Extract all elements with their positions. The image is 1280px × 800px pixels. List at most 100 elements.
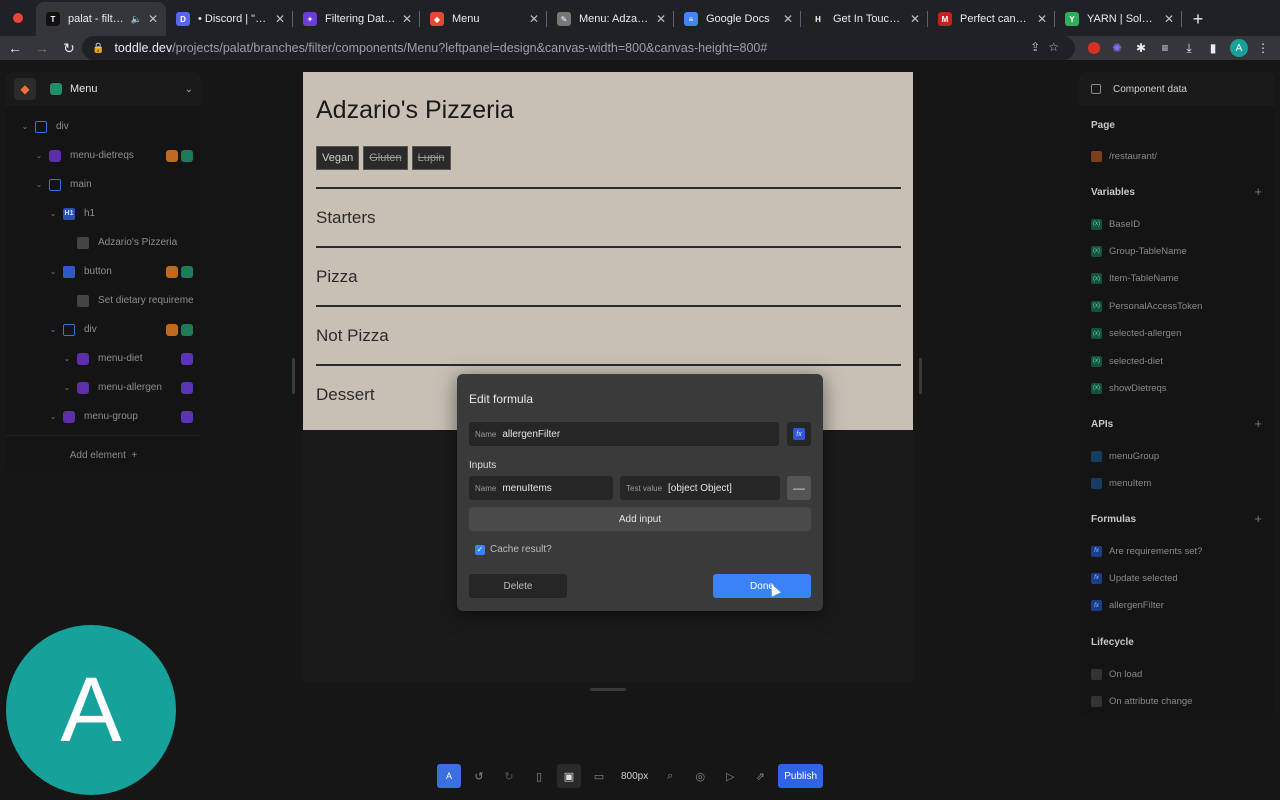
browser-menu-icon[interactable]: ⋮ [1257, 38, 1269, 58]
variables-item[interactable]: (x) selected-diet [1091, 354, 1163, 368]
close-icon[interactable]: ✕ [148, 12, 158, 26]
preview-play-icon[interactable]: ▷ [718, 764, 742, 788]
formulas-item[interactable]: fx allergenFilter [1091, 599, 1164, 613]
cache-result-checkbox[interactable]: ✓ Cache result? [475, 544, 552, 555]
variables-item[interactable]: (x) PersonalAccessToken [1091, 299, 1202, 313]
tree-node[interactable]: ⌄ menu-allergen [6, 373, 201, 402]
browser-tab[interactable]: ◆ Menu ✕ [420, 2, 547, 36]
formulas-item[interactable]: fx Update selected [1091, 571, 1178, 585]
chevron-down-icon[interactable]: ⌄ [185, 84, 193, 95]
delete-button[interactable]: Delete [469, 574, 567, 598]
add-element-button[interactable]: Add element + [6, 435, 201, 472]
audio-icon[interactable]: 🔈 [131, 14, 142, 25]
browser-tab[interactable]: ✦ Filtering Data with ✕ [293, 2, 420, 36]
browser-tab[interactable]: M Perfect candidate ✕ [928, 2, 1055, 36]
zoom-icon[interactable]: ⌕ [658, 764, 682, 788]
chevron-down-icon[interactable]: ⌄ [20, 122, 30, 131]
chevron-down-icon[interactable]: ⌄ [48, 412, 58, 421]
add-icon[interactable]: + [1254, 511, 1262, 526]
profile-avatar[interactable]: A [1230, 38, 1248, 58]
component-selector[interactable]: ◆ Menu ⌄ [6, 72, 201, 106]
close-icon[interactable]: ✕ [402, 12, 412, 26]
test-value-field[interactable]: Test value [object Object] [620, 476, 780, 500]
back-icon[interactable]: ← [3, 40, 27, 56]
close-icon[interactable]: ✕ [1164, 12, 1174, 26]
download-icon[interactable]: ⤓ [1182, 38, 1196, 58]
new-tab-button[interactable]: + [1182, 2, 1214, 36]
close-icon[interactable]: ✕ [1037, 12, 1047, 26]
close-icon[interactable]: ✕ [529, 12, 539, 26]
browser-tab[interactable]: ≡ Google Docs ✕ [674, 2, 801, 36]
formula-editor-button[interactable]: fx [787, 422, 811, 446]
orange-badge-icon[interactable] [166, 323, 178, 336]
extension-red-icon[interactable] [1087, 38, 1101, 58]
close-icon[interactable]: ✕ [656, 12, 666, 26]
purple-badge-icon[interactable] [181, 352, 193, 365]
variables-item[interactable]: (x) Group-TableName [1091, 244, 1187, 258]
extension-star-icon[interactable]: ✺ [1110, 38, 1124, 58]
chevron-down-icon[interactable]: ⌄ [62, 354, 72, 363]
formula-name-field[interactable]: Name allergenFilter [469, 422, 779, 446]
apis-item[interactable]: menuGroup [1091, 449, 1159, 463]
desktop-view-icon[interactable]: ▭ [587, 764, 611, 788]
lifecycle-item[interactable]: On attribute change [1091, 694, 1192, 708]
orange-badge-icon[interactable] [166, 149, 178, 162]
done-button[interactable]: Done [713, 574, 811, 598]
tree-node[interactable]: ⌄ menu-dietreqs [6, 141, 201, 170]
mobile-view-icon[interactable]: ▯ [527, 764, 551, 788]
tablet-view-icon[interactable]: ▣ [557, 764, 581, 788]
close-icon[interactable]: ✕ [910, 12, 920, 26]
tree-node[interactable]: ⌄ div [6, 112, 201, 141]
browser-tab[interactable]: Y YARN | Soldiers: O ✕ [1055, 2, 1182, 36]
green-badge-icon[interactable] [181, 149, 193, 162]
undo-icon[interactable]: ↺ [467, 764, 491, 788]
page-route-item[interactable]: /restaurant/ [1091, 149, 1157, 163]
reload-icon[interactable]: ↻ [57, 40, 81, 57]
chevron-down-icon[interactable]: ⌄ [34, 151, 44, 160]
media-controls-icon[interactable]: ≡ [1158, 38, 1172, 58]
variables-item[interactable]: (x) selected-allergen [1091, 327, 1181, 341]
add-icon[interactable]: + [1254, 416, 1262, 431]
browser-tab[interactable]: Tpalat - filter To 🔈 ✕ [36, 2, 166, 36]
chevron-down-icon[interactable]: ⌄ [34, 180, 44, 189]
formulas-item[interactable]: fx Are requirements set? [1091, 544, 1202, 558]
canvas-resize-handle[interactable] [590, 688, 626, 691]
left-resize-handle[interactable] [292, 358, 295, 394]
variables-item[interactable]: (x) showDietreqs [1091, 381, 1167, 395]
checkbox-checked-icon[interactable]: ✓ [475, 544, 485, 555]
theme-icon[interactable]: ◎ [688, 764, 712, 788]
canvas-width-readout[interactable]: 800px [617, 764, 652, 788]
open-external-icon[interactable]: ⇗ [748, 764, 772, 788]
green-badge-icon[interactable] [181, 265, 193, 278]
orange-badge-icon[interactable] [166, 265, 178, 278]
browser-tab[interactable]: H Get In Touch | Hi M ✕ [801, 2, 928, 36]
purple-badge-icon[interactable] [181, 410, 193, 423]
forward-icon[interactable]: → [30, 40, 54, 56]
right-resize-handle[interactable] [919, 358, 922, 394]
extensions-puzzle-icon[interactable]: ✱ [1134, 38, 1148, 58]
tree-node[interactable]: ⌄ button [6, 257, 201, 286]
tree-node[interactable]: ⌄ div [6, 315, 201, 344]
variables-item[interactable]: (x) Item-TableName [1091, 272, 1179, 286]
remove-input-button[interactable]: — [787, 476, 811, 500]
browser-tab[interactable]: D • Discord | "Filterin ✕ [166, 2, 293, 36]
browser-tab[interactable]: ✎ Menu: Adzario's It ✕ [547, 2, 674, 36]
chevron-down-icon[interactable]: ⌄ [62, 383, 72, 392]
tree-node[interactable]: ⌄ menu-group [6, 402, 201, 431]
chevron-down-icon[interactable]: ⌄ [48, 209, 58, 218]
purple-badge-icon[interactable] [181, 381, 193, 394]
close-icon[interactable]: ✕ [275, 12, 285, 26]
side-panel-icon[interactable]: ▮ [1206, 38, 1220, 58]
diet-chip[interactable]: Vegan [316, 146, 360, 170]
variables-item[interactable]: (x) BaseID [1091, 217, 1140, 231]
add-icon[interactable]: + [1254, 184, 1262, 199]
share-and-bookmark-icons[interactable]: ⇪☆ [1030, 40, 1067, 54]
diet-chip[interactable]: Lupin [411, 146, 451, 170]
tree-node[interactable]: Set dietary requireme [6, 286, 201, 315]
toddle-logo-icon[interactable]: ◆ [14, 78, 36, 100]
design-mode-button[interactable]: A [437, 764, 461, 788]
tree-node[interactable]: Adzario's Pizzeria [6, 228, 201, 257]
apis-item[interactable]: menuItem [1091, 476, 1151, 490]
tree-node[interactable]: ⌄ menu-diet [6, 344, 201, 373]
add-input-button[interactable]: Add input [469, 507, 811, 531]
